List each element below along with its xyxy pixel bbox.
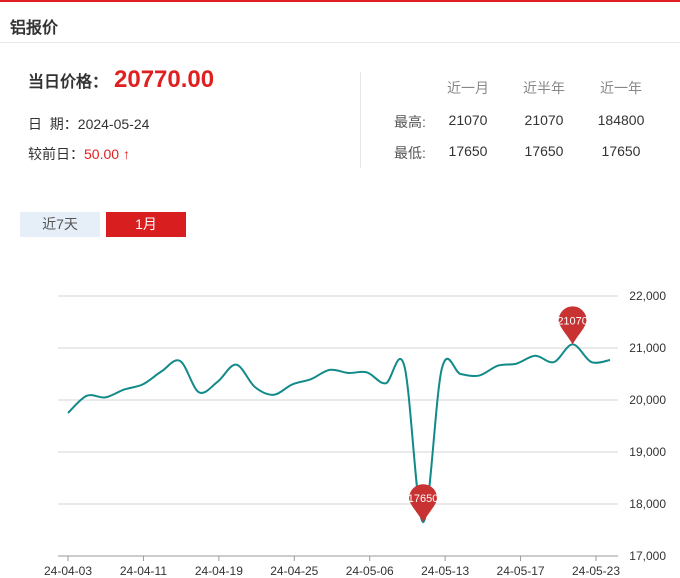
y-tick-label: 20,000 [629,393,666,407]
date-row: 日 期：2024-05-24 [28,114,149,134]
stats-cell: 17650 [448,143,488,159]
current-price: 20770.00 [114,66,215,93]
stats-col-halfyear: 近半年 [523,80,565,96]
y-tick-label: 22,000 [629,289,666,303]
stats-col-year: 近一年 [600,80,642,96]
stats-row-high: 最高: 21070 21070 184800 [380,112,670,132]
panel-header: 铝报价 [0,2,680,43]
stats-cell: 21070 [524,112,564,128]
y-tick-label: 18,000 [629,497,666,511]
price-line-chart: 17,000 18,000 19,000 20,000 21,000 22,000 24-0… [44,289,666,578]
stats-cell: 17650 [524,143,564,159]
date-value: 2024-05-24 [77,116,150,132]
y-tick-label: 17,000 [629,549,666,563]
stats-cell: 21070 [448,112,488,128]
x-tick-label: 24-05-23 [572,564,620,578]
date-label: 日 期： [28,116,78,132]
stats-col-month: 近一月 [447,80,489,96]
stats-cell: 17650 [601,143,641,159]
y-tick-label: 21,000 [629,341,666,355]
x-tick-label: 24-05-06 [346,564,394,578]
tab-1-month[interactable]: 1月 [106,212,186,237]
x-tick-label: 24-04-03 [44,564,92,578]
x-tick-label: 24-04-25 [270,564,318,578]
x-tick-label: 24-05-13 [421,564,469,578]
price-label: 当日价格： [28,74,109,91]
divider [360,72,361,168]
stats-row-low: 最低: 17650 17650 17650 [380,143,670,163]
x-tick-label: 24-05-17 [497,564,545,578]
x-tick-label: 24-04-11 [120,564,167,578]
up-arrow-icon: ↑ [122,146,130,162]
price-series-line [67,343,611,524]
x-tick-label: 24-04-19 [195,564,243,578]
stats-cell: 184800 [597,112,645,128]
tab-7-days[interactable]: 近7天 [20,212,100,237]
change-value: 50.00 [84,146,120,162]
current-price-row: 当日价格： 20770.00 [28,66,214,94]
pin-marker-label: 21070 [557,315,588,327]
pin-marker-label: 17650 [408,493,439,505]
change-label: 较前日： [28,146,84,162]
panel-title: 铝报价 [10,20,59,37]
stats-header-row: 近一月 近半年 近一年 [380,78,670,98]
change-row: 较前日：50.00 ↑ [28,144,130,164]
y-tick-label: 19,000 [629,445,666,459]
